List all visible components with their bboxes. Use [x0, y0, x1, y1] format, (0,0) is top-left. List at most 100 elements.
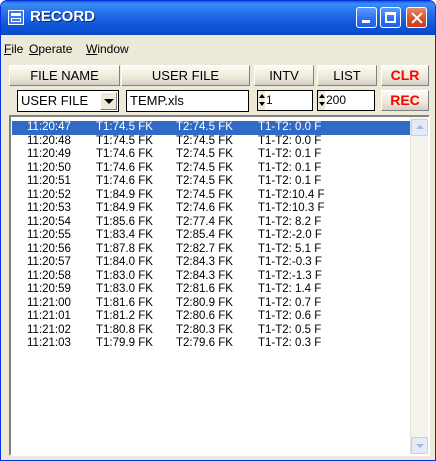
log-row[interactable]: 11:20:48 T1:74.5 FK T2:74.5 FK T1-T2: 0.0 F	[12, 135, 411, 149]
log-time: 11:21:02	[27, 323, 71, 336]
log-time: 11:21:03	[27, 337, 71, 349]
log-t2: T2:74.5 FK	[176, 148, 233, 160]
log-t1: T1:81.2 FK	[96, 310, 153, 322]
vertical-scrollbar[interactable]	[410, 117, 428, 454]
minimize-button[interactable]	[356, 7, 377, 28]
log-time: 11:21:01	[27, 310, 71, 322]
log-diff: T1-T2:-0.3 F	[258, 256, 322, 268]
log-time: 11:20:47	[27, 121, 71, 133]
scroll-down-icon[interactable]	[411, 437, 428, 454]
log-time: 11:20:55	[27, 229, 71, 241]
log-diff: T1-T2: 0.7 F	[258, 296, 322, 309]
menu-operate[interactable]: Operate	[29, 42, 72, 56]
file-name-input[interactable]: TEMP.xls	[126, 90, 249, 112]
log-time: 11:20:56	[27, 242, 71, 255]
log-t1: T1:74.6 FK	[96, 148, 153, 160]
log-time: 11:20:54	[27, 215, 71, 228]
log-time: 11:20:57	[27, 256, 71, 268]
log-diff: T1-T2: 0.1 F	[258, 148, 322, 160]
log-time: 11:20:48	[27, 134, 71, 147]
maximize-button[interactable]	[380, 7, 401, 28]
chevron-down-icon[interactable]	[100, 92, 117, 110]
spin-arrows-icon[interactable]	[318, 91, 325, 110]
log-t2: T2:84.3 FK	[176, 256, 233, 268]
log-list[interactable]: 11:20:47 T1:74.5 FK T2:74.5 FK T1-T2: 0.0 F…	[9, 115, 430, 456]
log-diff: T1-T2: 0.0 F	[258, 121, 322, 133]
log-t2: T2:74.5 FK	[176, 175, 233, 187]
record-button[interactable]: REC	[381, 90, 429, 111]
log-t1: T1:83.0 FK	[96, 283, 153, 295]
log-time: 11:21:00	[27, 296, 71, 309]
log-diff: T1-T2: 0.5 F	[258, 323, 322, 336]
log-row[interactable]: 11:21:02 T1:80.8 FK T2:80.3 FK T1-T2: 0.5 F	[12, 324, 411, 338]
user-file-button[interactable]: USER FILE	[121, 65, 250, 86]
interval-button[interactable]: INTV	[254, 65, 314, 86]
spin-arrows-icon[interactable]	[258, 91, 265, 110]
log-row[interactable]: 11:20:47 T1:74.5 FK T2:74.5 FK T1-T2: 0.0 F	[12, 121, 411, 135]
file-type-select[interactable]: USER FILE	[17, 90, 119, 112]
log-t2: T2:74.5 FK	[176, 121, 233, 133]
log-row[interactable]: 11:20:49 T1:74.6 FK T2:74.5 FK T1-T2: 0.1 F	[12, 148, 411, 162]
log-time: 11:20:50	[27, 161, 71, 174]
list-size-value: 200	[326, 93, 347, 107]
log-t2: T2:80.6 FK	[176, 310, 233, 322]
log-t1: T1:84.0 FK	[96, 256, 153, 268]
close-button[interactable]	[406, 7, 427, 28]
log-t1: T1:74.5 FK	[96, 134, 153, 147]
log-t2: T2:74.5 FK	[176, 161, 233, 174]
log-diff: T1-T2:-2.0 F	[258, 229, 322, 241]
log-diff: T1-T2: 0.1 F	[258, 175, 322, 187]
log-t1: T1:83.4 FK	[96, 229, 153, 241]
log-t2: T2:74.5 FK	[176, 188, 233, 201]
log-t1: T1:84.9 FK	[96, 188, 153, 201]
log-t1: T1:84.9 FK	[96, 202, 153, 214]
menu-file[interactable]: File	[4, 42, 23, 56]
log-t1: T1:74.5 FK	[96, 121, 153, 133]
title-bar[interactable]: RECORD	[1, 1, 435, 35]
menu-window[interactable]: Window	[86, 42, 129, 56]
file-name-button[interactable]: FILE NAME	[9, 65, 120, 86]
scroll-up-icon[interactable]	[411, 119, 428, 136]
log-row[interactable]: 11:20:59 T1:83.0 FK T2:81.6 FK T1-T2: 1.4 F	[12, 283, 411, 297]
log-time: 11:20:52	[27, 188, 71, 201]
record-app-icon[interactable]	[8, 10, 24, 25]
log-row[interactable]: 11:20:57 T1:84.0 FK T2:84.3 FK T1-T2:-0.3 F	[12, 256, 411, 270]
log-row[interactable]: 11:21:01 T1:81.2 FK T2:80.6 FK T1-T2: 0.6 F	[12, 310, 411, 324]
log-diff: T1-T2:10.4 F	[258, 188, 325, 201]
log-t2: T2:80.3 FK	[176, 323, 233, 336]
interval-spinner[interactable]: 1	[257, 90, 313, 111]
log-time: 11:20:53	[27, 202, 71, 214]
log-row[interactable]: 11:20:53 T1:84.9 FK T2:74.6 FK T1-T2:10.3 F	[12, 202, 411, 216]
log-t2: T2:79.6 FK	[176, 337, 233, 349]
log-row[interactable]: 11:20:51 T1:74.6 FK T2:74.5 FK T1-T2: 0.1 F	[12, 175, 411, 189]
list-size-spinner[interactable]: 200	[317, 90, 375, 111]
log-time: 11:20:59	[27, 283, 71, 295]
log-t2: T2:77.4 FK	[176, 215, 233, 228]
log-time: 11:20:51	[27, 175, 71, 187]
log-row[interactable]: 11:20:52 T1:84.9 FK T2:74.5 FK T1-T2:10.4 F	[12, 189, 411, 203]
list-button[interactable]: LIST	[317, 65, 377, 86]
log-t1: T1:74.6 FK	[96, 161, 153, 174]
log-row[interactable]: 11:20:50 T1:74.6 FK T2:74.5 FK T1-T2: 0.1 F	[12, 162, 411, 176]
log-row[interactable]: 11:21:03 T1:79.9 FK T2:79.6 FK T1-T2: 0.3 F	[12, 337, 411, 351]
log-t1: T1:83.0 FK	[96, 269, 153, 282]
clear-button[interactable]: CLR	[381, 65, 429, 86]
log-t1: T1:87.8 FK	[96, 242, 153, 255]
log-diff: T1-T2: 0.3 F	[258, 337, 322, 349]
log-diff: T1-T2: 1.4 F	[258, 283, 322, 295]
log-t2: T2:74.5 FK	[176, 134, 233, 147]
log-t2: T2:84.3 FK	[176, 269, 233, 282]
log-row[interactable]: 11:20:54 T1:85.6 FK T2:77.4 FK T1-T2: 8.2 F	[12, 216, 411, 230]
log-time: 11:20:49	[27, 148, 71, 160]
log-t1: T1:74.6 FK	[96, 175, 153, 187]
log-t2: T2:74.6 FK	[176, 202, 233, 214]
log-t1: T1:81.6 FK	[96, 296, 153, 309]
log-row[interactable]: 11:21:00 T1:81.6 FK T2:80.9 FK T1-T2: 0.7 F	[12, 297, 411, 311]
log-row[interactable]: 11:20:55 T1:83.4 FK T2:85.4 FK T1-T2:-2.0 F	[12, 229, 411, 243]
log-t2: T2:82.7 FK	[176, 242, 233, 255]
log-diff: T1-T2:-1.3 F	[258, 269, 322, 282]
log-t1: T1:79.9 FK	[96, 337, 153, 349]
log-diff: T1-T2: 0.6 F	[258, 310, 322, 322]
log-row[interactable]: 11:20:56 T1:87.8 FK T2:82.7 FK T1-T2: 5.1 F	[12, 243, 411, 257]
log-row[interactable]: 11:20:58 T1:83.0 FK T2:84.3 FK T1-T2:-1.3 F	[12, 270, 411, 284]
